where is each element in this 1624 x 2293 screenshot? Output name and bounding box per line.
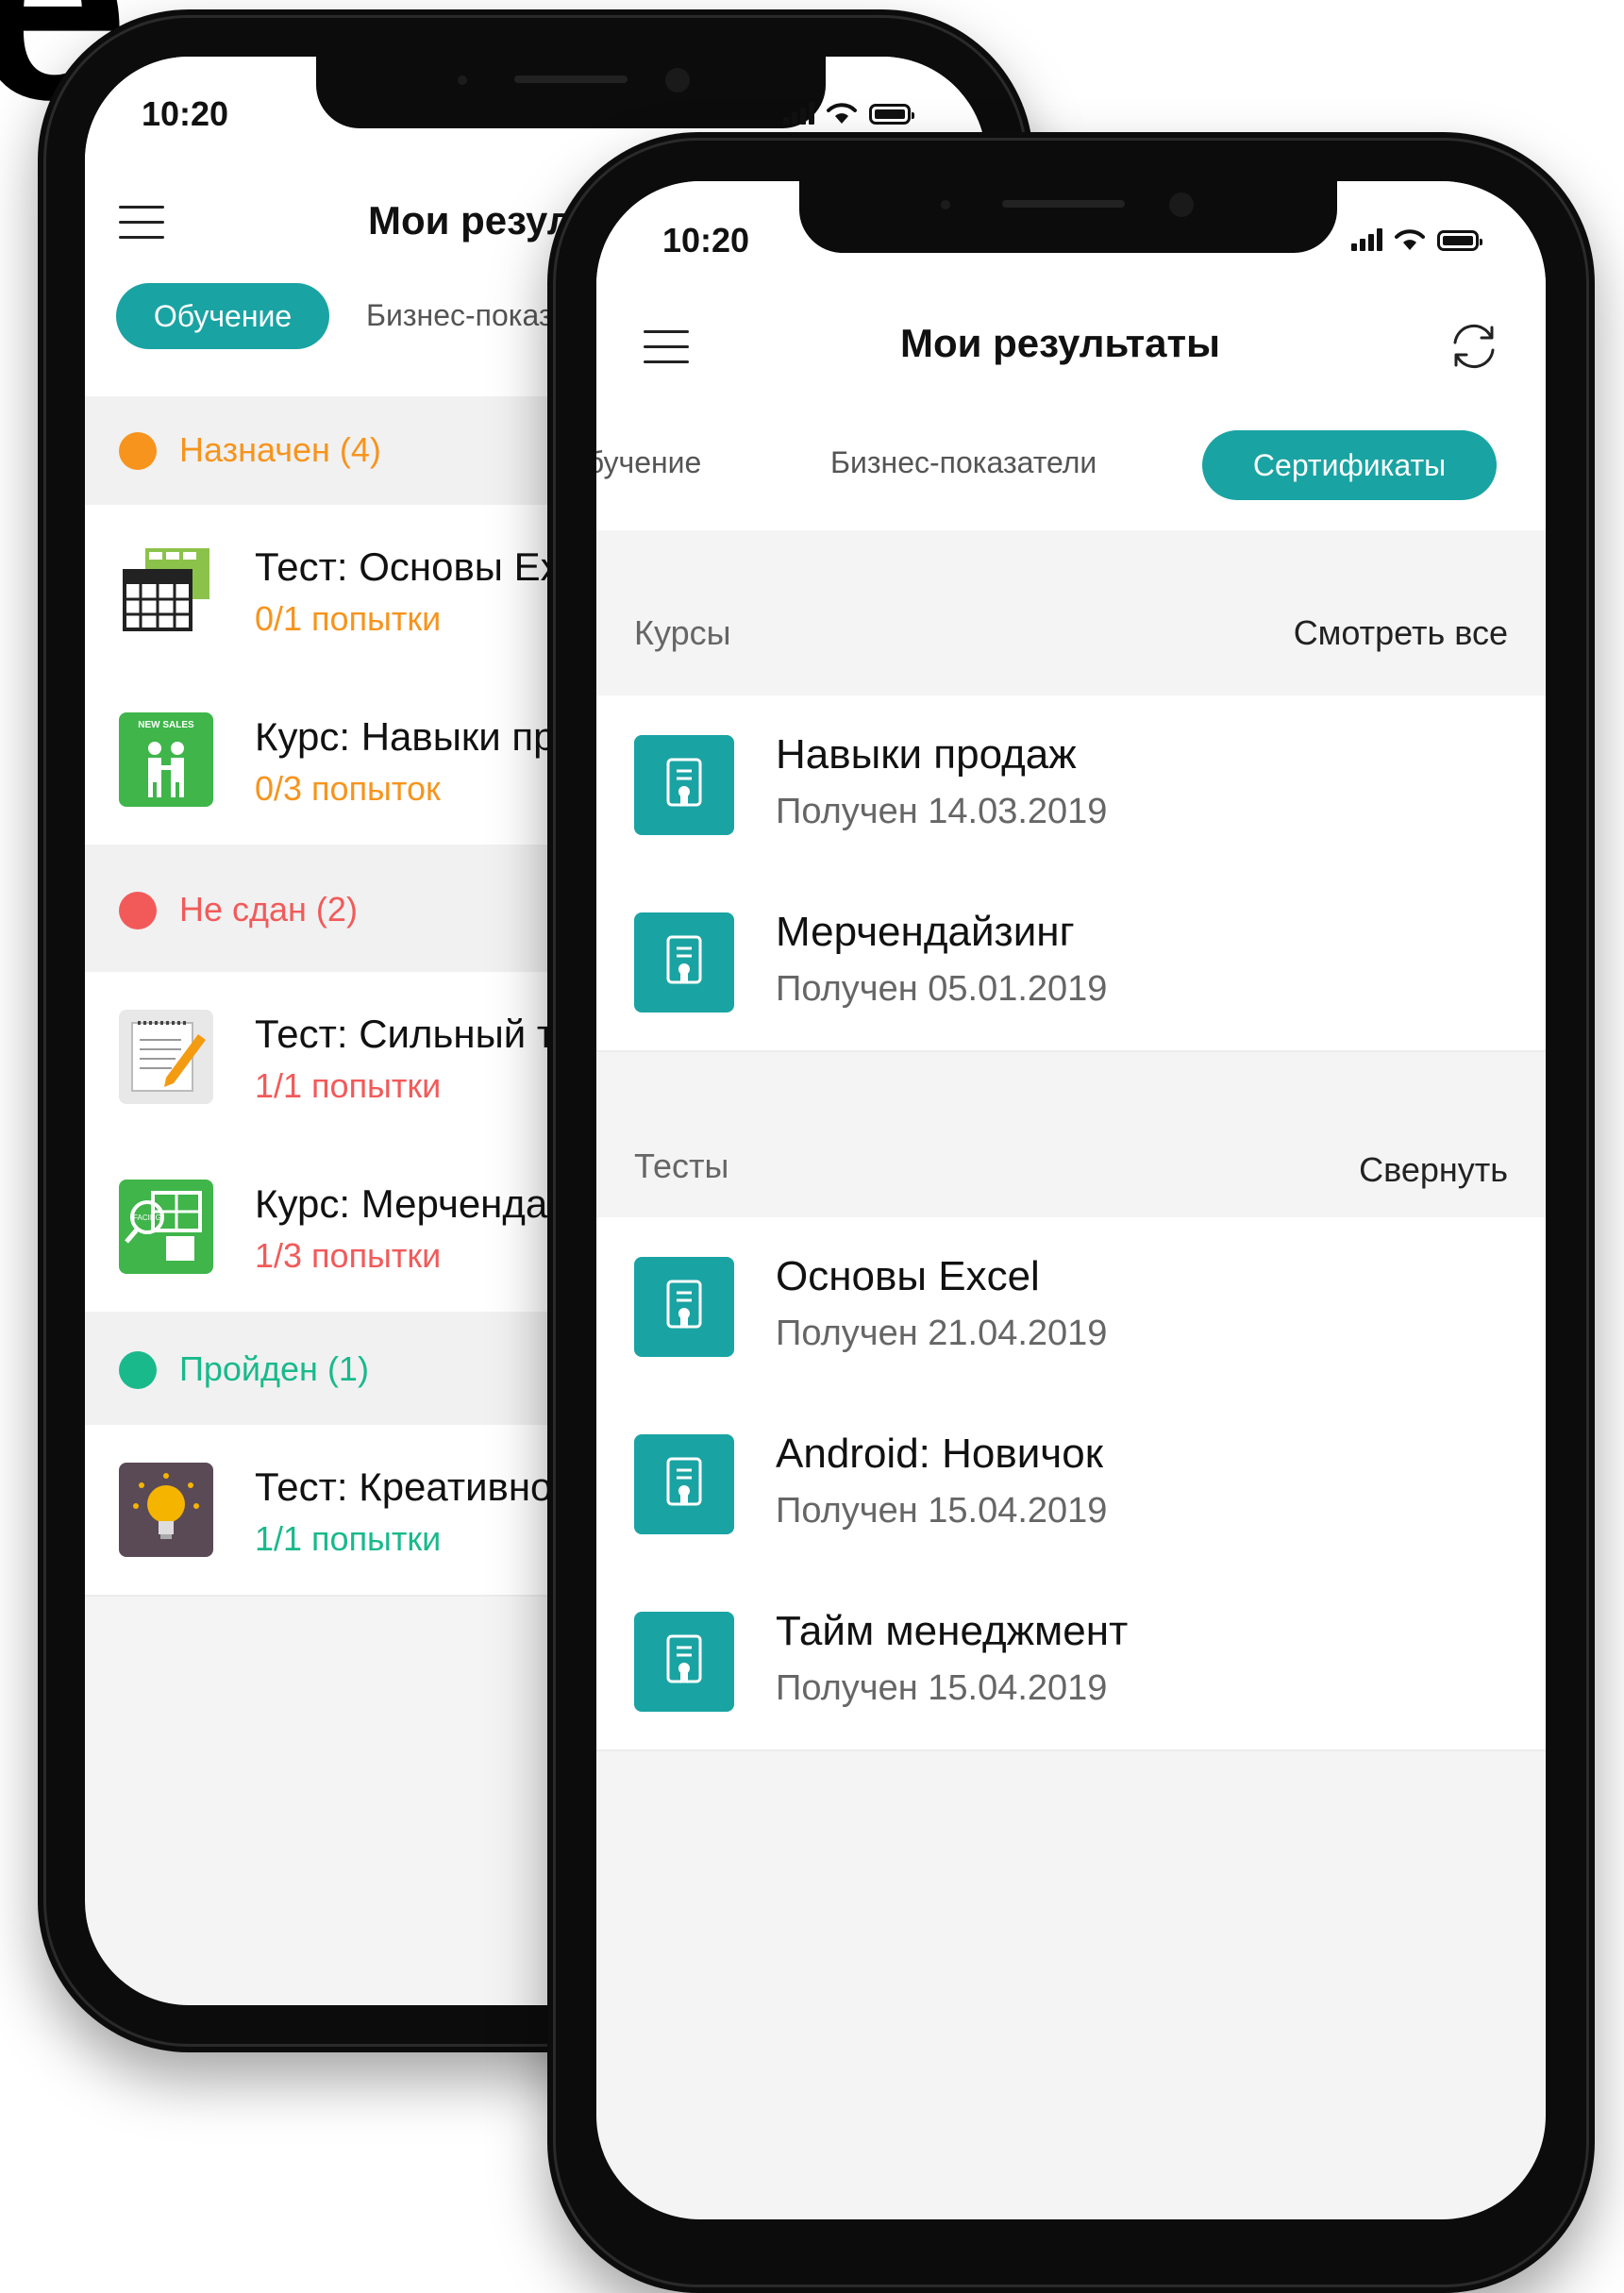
tab-certificates[interactable]: Сертификаты	[1202, 430, 1497, 500]
certificate-item[interactable]: Мерчендайзинг Получен 05.01.2019	[596, 873, 1546, 1052]
menu-icon[interactable]	[119, 206, 164, 251]
certificate-icon	[634, 735, 734, 835]
certificate-name: Android: Новичок	[776, 1431, 1103, 1477]
certificate-name: Основы Excel	[776, 1253, 1040, 1299]
tab-learning[interactable]: Обучение	[116, 283, 329, 349]
status-dot-orange	[119, 432, 157, 470]
signal-icon	[783, 102, 814, 125]
lightbulb-thumbnail	[119, 1463, 213, 1557]
section-title: Тесты	[634, 1146, 729, 1185]
certificate-date: Получен 05.01.2019	[776, 969, 1108, 1009]
certificate-icon	[634, 912, 734, 1013]
certificate-date: Получен 21.04.2019	[776, 1314, 1108, 1353]
status-time: 10:20	[142, 94, 229, 133]
section-label: Пройден (1)	[179, 1349, 369, 1388]
collapse-link[interactable]: Свернуть	[1359, 1150, 1508, 1190]
tests-section-header: Тесты Свернуть	[596, 1052, 1546, 1217]
certificate-icon	[634, 1434, 734, 1534]
certificate-name: Навыки продаж	[776, 731, 1077, 778]
thumbnail-caption: NEW SALES	[138, 720, 194, 730]
certificate-date: Получен 15.04.2019	[776, 1668, 1108, 1708]
section-label: Назначен (4)	[179, 430, 381, 469]
menu-icon[interactable]	[644, 330, 689, 376]
tab-learning[interactable]: Обучение	[596, 445, 701, 480]
tab-business-metrics[interactable]: Бизнес-показатели	[830, 445, 1097, 480]
notepad-pencil-thumbnail	[119, 1010, 213, 1104]
battery-icon	[869, 104, 914, 125]
certificate-icon	[634, 1257, 734, 1357]
wifi-icon	[1395, 229, 1425, 250]
status-dot-green	[119, 1351, 157, 1389]
view-all-link[interactable]: Смотреть все	[1294, 613, 1508, 653]
item-attempts: 1/1 попытки	[255, 1066, 442, 1105]
spreadsheet-thumbnail	[119, 543, 213, 637]
thumbnail-caption: FACING	[133, 1213, 161, 1222]
section-title: Курсы	[634, 613, 731, 652]
page-title: Мои результаты	[900, 321, 1220, 365]
certificate-date: Получен 14.03.2019	[776, 792, 1108, 831]
certificate-item[interactable]: Основы Excel Получен 21.04.2019	[596, 1217, 1546, 1397]
item-attempts: 0/3 попыток	[255, 769, 441, 808]
new-sales-thumbnail: NEW SALES	[119, 712, 213, 807]
courses-section-header: Курсы Смотреть все	[596, 530, 1546, 695]
section-label: Не сдан (2)	[179, 890, 358, 929]
certificate-item[interactable]: Android: Новичок Получен 15.04.2019	[596, 1395, 1546, 1574]
item-attempts: 0/1 попытки	[255, 599, 442, 638]
status-time: 10:20	[662, 221, 750, 259]
refresh-icon[interactable]	[1446, 318, 1502, 375]
certificate-item[interactable]: Навыки продаж Получен 14.03.2019	[596, 695, 1546, 875]
facing-shelf-thumbnail: FACING	[119, 1180, 213, 1274]
signal-icon	[1351, 228, 1382, 251]
battery-icon	[1437, 230, 1482, 251]
certificate-icon	[634, 1612, 734, 1712]
front-phone-screen: 10:20 Мои результаты Обучение Бизнес-пок…	[596, 181, 1546, 2219]
certificate-name: Мерчендайзинг	[776, 909, 1075, 955]
item-attempts: 1/3 попытки	[255, 1236, 442, 1275]
certificate-item[interactable]: Тайм менеджмент Получен 15.04.2019	[596, 1572, 1546, 1751]
front-phone: 10:20 Мои результаты Обучение Бизнес-пок…	[547, 132, 1595, 2293]
wifi-icon	[827, 103, 857, 124]
status-dot-red	[119, 892, 157, 929]
item-attempts: 1/1 попытки	[255, 1519, 442, 1558]
certificate-name: Тайм менеджмент	[776, 1608, 1129, 1654]
certificate-date: Получен 15.04.2019	[776, 1491, 1108, 1531]
